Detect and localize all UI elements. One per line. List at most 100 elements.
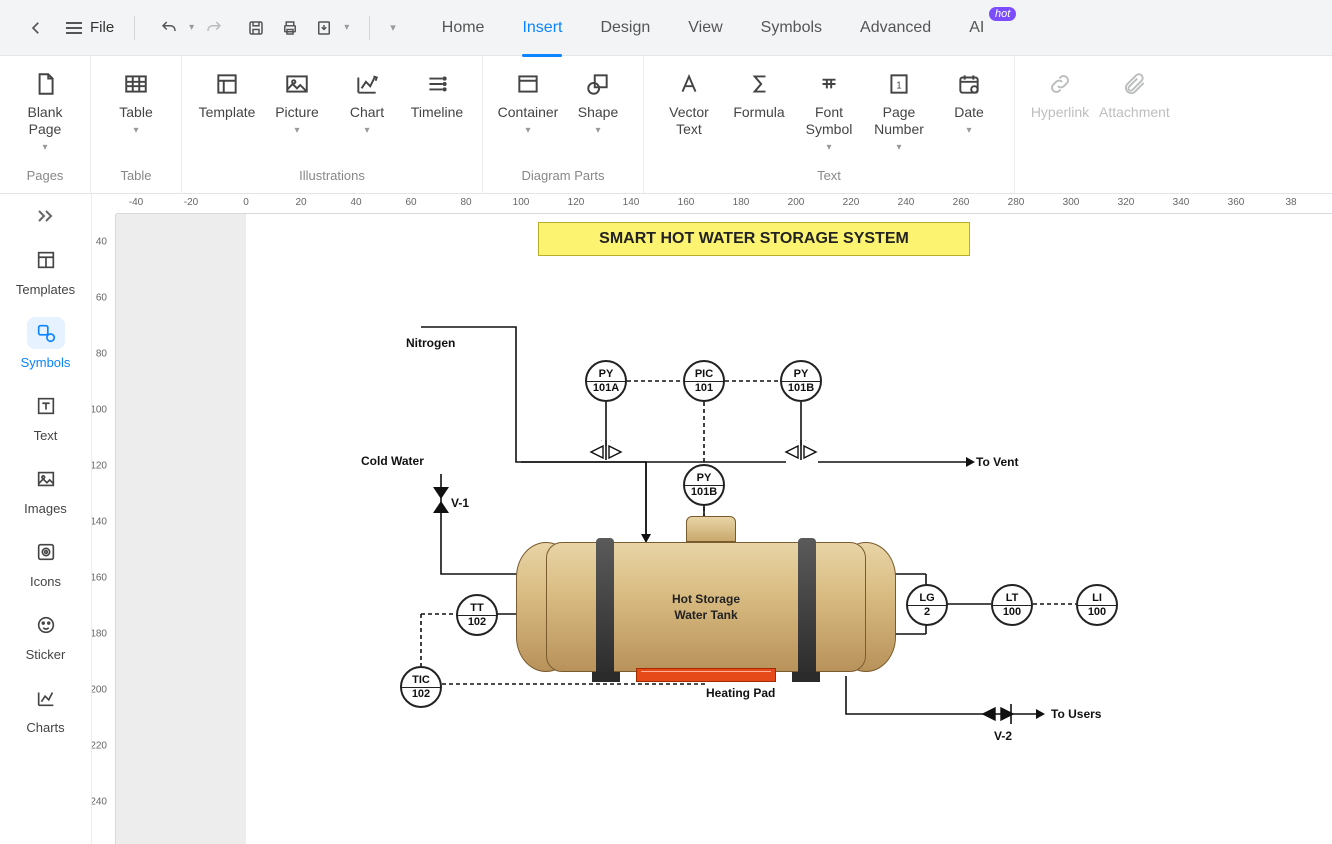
tab-ai[interactable]: AI hot: [969, 15, 984, 41]
template-icon: [213, 70, 241, 98]
title-bar: File ▾ ▾ ▾ Home Insert Design View Symbo…: [0, 0, 1332, 56]
horizontal-ruler[interactable]: -40-200204060801001201401601802002202402…: [116, 194, 1332, 214]
text-icon: [27, 390, 65, 422]
side-images[interactable]: Images: [12, 455, 80, 524]
instrument-pic-101[interactable]: PIC101: [683, 360, 725, 402]
file-label: File: [90, 19, 114, 36]
back-button[interactable]: [22, 14, 50, 42]
images-icon: [27, 463, 65, 495]
qat-dropdown[interactable]: ▾: [390, 21, 396, 34]
formula-button[interactable]: Formula: [728, 66, 790, 121]
group-label: Diagram Parts: [521, 168, 604, 187]
ribbon: Blank Page▾ Pages Table▾ Table Template …: [0, 56, 1332, 194]
label-v2[interactable]: V-2: [994, 729, 1012, 743]
instrument-tt-102[interactable]: TT102: [456, 594, 498, 636]
attachment-icon: [1120, 70, 1148, 98]
table-icon: [122, 70, 150, 98]
control-valve-right[interactable]: [784, 440, 818, 464]
control-valve-left[interactable]: [589, 440, 623, 464]
separator: [134, 16, 135, 40]
tab-symbols[interactable]: Symbols: [761, 15, 822, 41]
container-button[interactable]: Container▾: [497, 66, 559, 137]
hyperlink-button[interactable]: Hyperlink: [1029, 66, 1091, 121]
symbols-icon: [27, 317, 65, 349]
storage-tank[interactable]: Hot StorageWater Tank: [526, 532, 886, 682]
heating-pad[interactable]: [636, 668, 776, 682]
instrument-lg-2[interactable]: LG2: [906, 584, 948, 626]
undo-dropdown[interactable]: ▾: [189, 22, 194, 33]
container-icon: [514, 70, 542, 98]
date-button[interactable]: Date▾: [938, 66, 1000, 137]
shape-icon: [584, 70, 612, 98]
label-nitrogen[interactable]: Nitrogen: [406, 336, 455, 350]
page-number-button[interactable]: 1Page Number▾: [868, 66, 930, 154]
blank-page-button[interactable]: Blank Page▾: [14, 66, 76, 154]
instrument-py-101a[interactable]: PY101A: [585, 360, 627, 402]
vertical-ruler[interactable]: 406080100120140160180200220240: [92, 214, 116, 844]
side-text[interactable]: Text: [12, 382, 80, 451]
ribbon-group-illustrations: Template Picture▾ Chart▾ Timeline Illust…: [182, 56, 483, 193]
hot-badge: hot: [989, 7, 1016, 21]
valve-v2[interactable]: [981, 702, 1015, 726]
file-menu[interactable]: File: [66, 19, 114, 36]
tank-label: Hot StorageWater Tank: [526, 592, 886, 623]
ribbon-group-diagram-parts: Container▾ Shape▾ Diagram Parts: [483, 56, 644, 193]
canvas-inner: 406080100120140160180200220240 SMART HOT…: [92, 214, 1332, 844]
tab-view[interactable]: View: [688, 15, 722, 41]
tab-advanced[interactable]: Advanced: [860, 15, 931, 41]
ribbon-group-pages: Blank Page▾ Pages: [0, 56, 91, 193]
save-button[interactable]: [242, 14, 270, 42]
template-button[interactable]: Template: [196, 66, 258, 121]
collapse-button[interactable]: [0, 200, 91, 232]
page-margin: [116, 214, 246, 844]
font-symbol-icon: [815, 70, 843, 98]
instrument-py-101b[interactable]: PY101B: [780, 360, 822, 402]
side-toolbar: Templates Symbols Text Images Icons Stic…: [0, 194, 92, 844]
templates-icon: [27, 244, 65, 276]
instrument-py-101b-2[interactable]: PY101B: [683, 464, 725, 506]
picture-button[interactable]: Picture▾: [266, 66, 328, 137]
tab-insert[interactable]: Insert: [522, 15, 562, 41]
sticker-icon: [27, 609, 65, 641]
valve-v1[interactable]: [430, 489, 452, 511]
vector-text-button[interactable]: Vector Text: [658, 66, 720, 138]
tab-home[interactable]: Home: [442, 15, 485, 41]
instrument-lt-100[interactable]: LT100: [991, 584, 1033, 626]
group-label: [1098, 168, 1102, 187]
side-charts[interactable]: Charts: [12, 674, 80, 743]
export-button[interactable]: [310, 14, 338, 42]
label-v1[interactable]: V-1: [451, 496, 469, 510]
shape-button[interactable]: Shape▾: [567, 66, 629, 137]
label-heating-pad[interactable]: Heating Pad: [706, 686, 775, 700]
export-dropdown[interactable]: ▾: [344, 22, 349, 33]
page-area[interactable]: SMART HOT WATER STORAGE SYSTEM: [116, 214, 1332, 844]
arrow-icon: [1036, 709, 1045, 719]
diagram-title[interactable]: SMART HOT WATER STORAGE SYSTEM: [538, 222, 970, 256]
instrument-li-100[interactable]: LI100: [1076, 584, 1118, 626]
tab-design[interactable]: Design: [600, 15, 650, 41]
timeline-button[interactable]: Timeline: [406, 66, 468, 121]
workspace: Templates Symbols Text Images Icons Stic…: [0, 194, 1332, 844]
chart-button[interactable]: Chart▾: [336, 66, 398, 137]
undo-button[interactable]: [155, 14, 183, 42]
ribbon-group-links: Hyperlink Attachment: [1015, 56, 1184, 193]
label-to-vent[interactable]: To Vent: [976, 455, 1018, 469]
label-to-users[interactable]: To Users: [1051, 707, 1101, 721]
instrument-tic-102[interactable]: TIC102: [400, 666, 442, 708]
table-button[interactable]: Table▾: [105, 66, 167, 137]
page[interactable]: SMART HOT WATER STORAGE SYSTEM: [246, 214, 1332, 844]
menu-icon: [66, 22, 82, 34]
font-symbol-button[interactable]: Font Symbol▾: [798, 66, 860, 154]
side-icons[interactable]: Icons: [12, 528, 80, 597]
group-label: Illustrations: [299, 168, 365, 187]
pid-diagram[interactable]: SMART HOT WATER STORAGE SYSTEM: [246, 214, 1332, 844]
side-symbols[interactable]: Symbols: [12, 309, 80, 378]
side-templates[interactable]: Templates: [12, 236, 80, 305]
attachment-button[interactable]: Attachment: [1099, 66, 1170, 121]
print-button[interactable]: [276, 14, 304, 42]
side-sticker[interactable]: Sticker: [12, 601, 80, 670]
label-cold-water[interactable]: Cold Water: [361, 454, 424, 468]
redo-button[interactable]: [200, 14, 228, 42]
vector-text-icon: [675, 70, 703, 98]
date-icon: [955, 70, 983, 98]
